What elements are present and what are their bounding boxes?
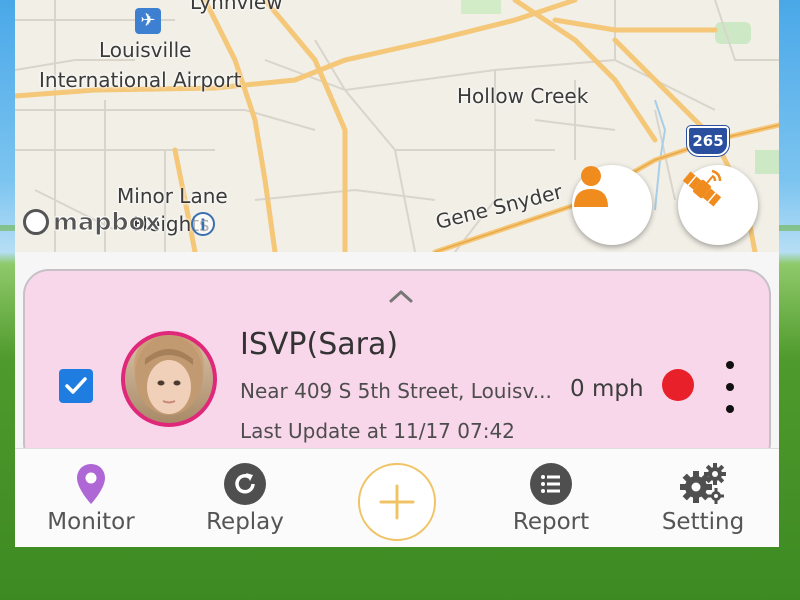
mapbox-attribution-text: mapbox [53,208,162,237]
gears-icon [680,461,726,507]
device-name: ISVP(Sara) [240,327,399,362]
satellite-button[interactable] [678,165,758,245]
device-avatar[interactable] [121,331,217,427]
child-photo [135,335,203,415]
add-button[interactable] [358,463,436,541]
airport-icon: ✈ [135,8,161,34]
device-speed: 0 mph [570,376,644,402]
device-select-checkbox[interactable] [59,369,93,403]
nav-monitor[interactable]: Monitor [21,449,161,547]
highway-shield: 265 [687,126,729,156]
nav-replay[interactable]: Replay [175,449,315,547]
satellite-icon [682,169,722,207]
device-panel: ISVP(Sara) Near 409 S 5th Street, Louisv… [15,252,779,469]
map-view[interactable]: ✈ Lynnview Louisville International Airp… [15,0,779,252]
person-button[interactable] [572,165,652,245]
info-icon[interactable]: i [191,212,215,236]
bottom-nav: Monitor Replay Report Setting [15,448,779,547]
list-icon [528,461,574,507]
device-address: Near 409 S 5th Street, Louisv... [240,379,552,403]
device-card[interactable]: ISVP(Sara) Near 409 S 5th Street, Louisv… [23,269,771,469]
map-label-hollow-creek: Hollow Creek [457,84,589,108]
nav-report-label: Report [512,509,590,535]
app-screen: ✈ Lynnview Louisville International Airp… [15,0,779,547]
location-pin-icon [68,461,114,507]
map-label-minor-lane: Minor Lane [117,184,228,208]
person-icon [574,166,608,207]
plus-icon [379,484,415,520]
nav-replay-label: Replay [206,509,284,535]
nav-monitor-label: Monitor [47,509,135,535]
nav-report[interactable]: Report [481,449,621,547]
more-vertical-icon[interactable] [723,361,737,413]
map-label-lynnview: Lynnview [190,0,283,14]
check-icon [65,377,87,394]
map-label-louisville: Louisville [99,38,192,62]
status-indicator [662,369,694,401]
mapbox-attribution[interactable]: mapbox [23,206,161,238]
mapbox-logo-icon [23,209,49,235]
nav-setting[interactable]: Setting [633,449,773,547]
chevron-up-icon[interactable] [389,289,413,303]
replay-icon [222,461,268,507]
nav-setting-label: Setting [661,509,745,535]
map-label-airport: International Airport [39,68,242,92]
last-update-text: Last Update at 11/17 07:42 [240,419,515,443]
